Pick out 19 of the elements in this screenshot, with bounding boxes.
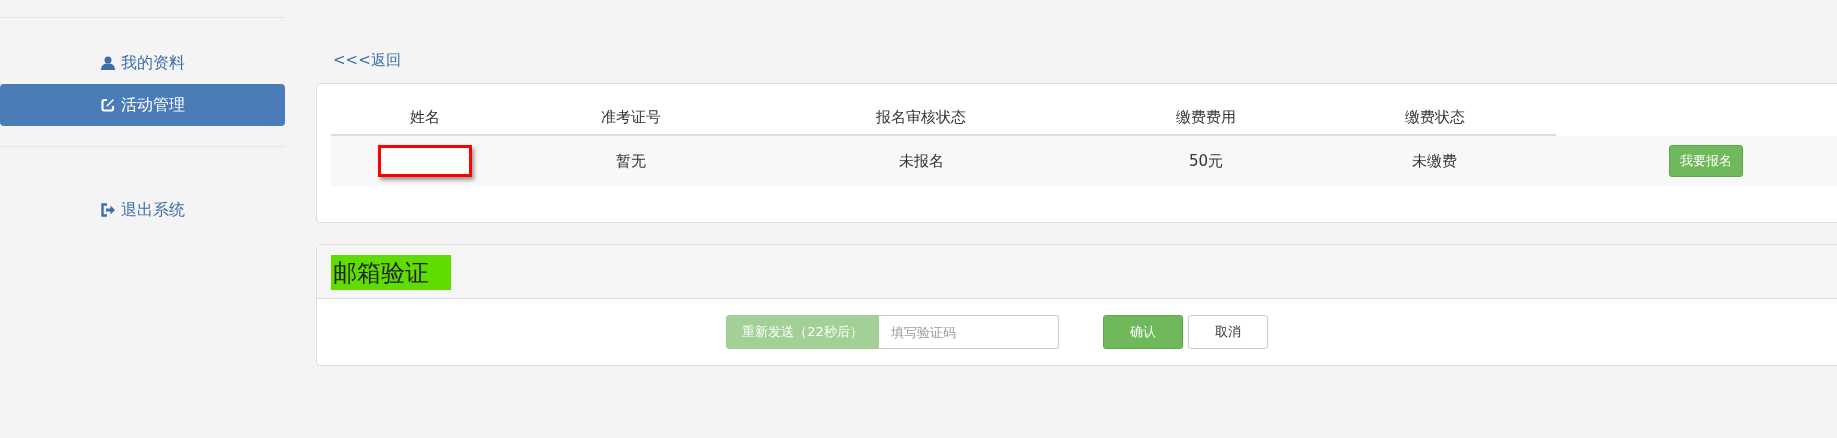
code-input-field[interactable]: 填写验证码 bbox=[879, 315, 1059, 349]
logout-icon bbox=[100, 203, 115, 217]
table-cell: 未报名 bbox=[898, 151, 944, 171]
column-header: 缴费费用 bbox=[1176, 107, 1236, 127]
column-header: 缴费状态 bbox=[1404, 107, 1465, 127]
edit-icon bbox=[100, 98, 115, 112]
sidebar-item[interactable]: 我的资料 bbox=[0, 42, 285, 84]
column-header: 报名审核状态 bbox=[876, 107, 966, 127]
table-cell: 未缴费 bbox=[1412, 151, 1457, 171]
panel-title: 邮箱验证 bbox=[331, 255, 451, 290]
table-cell: 50元 bbox=[1188, 151, 1224, 171]
user-icon bbox=[100, 56, 115, 70]
table-cell: 暂无 bbox=[616, 151, 646, 171]
column-header: 准考证号 bbox=[601, 107, 661, 127]
sidebar-item[interactable]: 活动管理 bbox=[0, 84, 285, 126]
back-link[interactable]: <<<返回 bbox=[333, 51, 401, 70]
cancel-button[interactable]: 取消 bbox=[1188, 315, 1268, 349]
sidebar-item[interactable]: 退出系统 bbox=[0, 146, 285, 231]
column-header: 姓名 bbox=[410, 107, 440, 127]
